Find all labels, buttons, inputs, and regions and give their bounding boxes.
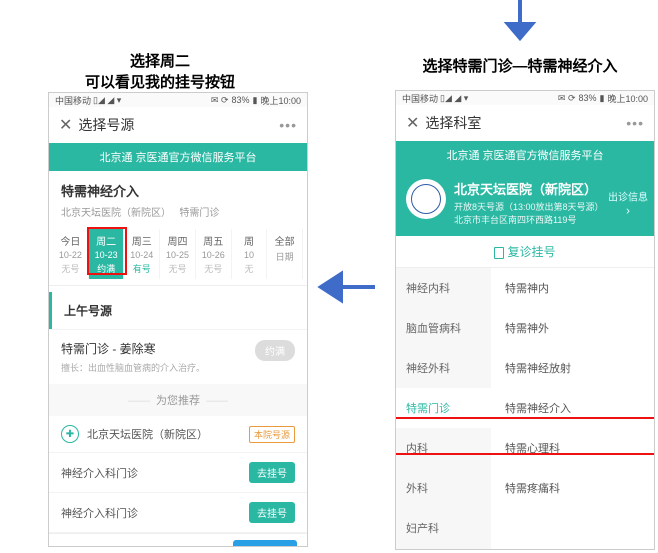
recommend-item[interactable]: 神经介入科门诊 去挂号 bbox=[49, 493, 307, 533]
clipboard-icon bbox=[494, 247, 504, 259]
source-header: 特需神经介入 北京天坛医院（新院区） 特需门诊 bbox=[49, 171, 307, 223]
dept-right-item[interactable]: 特需神经介入 bbox=[491, 388, 654, 428]
arrow-down-icon bbox=[500, 0, 540, 53]
hospital-line3: 北京市丰台区南四环西路119号 bbox=[454, 214, 604, 227]
close-icon[interactable]: ✕ bbox=[406, 113, 419, 133]
question-icon: ? bbox=[59, 547, 71, 548]
day-selector[interactable]: 今日10-22无号 周二10-23约满 周三10-24有号 周四10-25无号 … bbox=[49, 223, 307, 286]
day-cell-selected[interactable]: 周二10-23约满 bbox=[89, 229, 125, 279]
hospital-card[interactable]: 北京天坛医院（新院区） 开放8天号源（13:00放出第8天号源） 北京市丰台区南… bbox=[396, 169, 654, 236]
titlebar: ✕ 选择号源 ••• bbox=[49, 107, 307, 143]
recommend-badge: 本院号源 bbox=[249, 426, 295, 443]
battery-label: 83% bbox=[579, 93, 597, 103]
day-cell[interactable]: 周10无 bbox=[232, 229, 268, 279]
recommend-name: 神经介入科门诊 bbox=[61, 505, 249, 521]
carrier-label: 中国移动 bbox=[402, 92, 438, 105]
clock-label: 晚上10:00 bbox=[607, 92, 648, 105]
slot-desc: 擅长：出血性脑血管病的介入治疗。 bbox=[61, 361, 205, 374]
status-bar: 中国移动 ▯◢ ◢ ▾ ✉ ⟳ 83%▮ 晚上10:00 bbox=[49, 93, 307, 107]
dept-left-item[interactable]: 外科 bbox=[396, 468, 491, 508]
slot-section-header: 上午号源 bbox=[49, 292, 307, 329]
day-cell[interactable]: 周四10-25无号 bbox=[160, 229, 196, 279]
clock-label: 晚上10:00 bbox=[260, 94, 301, 107]
platform-banner: 北京通 京医通官方微信服务平台 bbox=[49, 143, 307, 171]
recommend-item[interactable]: ✚ 北京天坛医院（新院区） 本院号源 bbox=[49, 416, 307, 453]
dept-right-item[interactable]: 特需神经放射 bbox=[491, 348, 654, 388]
dept-right-item[interactable]: 特需神外 bbox=[491, 308, 654, 348]
titlebar: ✕ 选择科室 ••• bbox=[396, 105, 654, 141]
go-register-button[interactable]: 去挂号 bbox=[249, 502, 295, 523]
dept-left-item[interactable]: 脑血管病科 bbox=[396, 308, 491, 348]
phone-select-source: 中国移动 ▯◢ ◢ ▾ ✉ ⟳ 83%▮ 晚上10:00 ✕ 选择号源 ••• … bbox=[48, 92, 308, 547]
slot-status-button[interactable]: 约满 bbox=[255, 340, 295, 361]
recommend-header: 为您推荐 bbox=[49, 384, 307, 416]
battery-label: 83% bbox=[232, 95, 250, 105]
dept-left-item[interactable]: 内科 bbox=[396, 428, 491, 468]
day-cell[interactable]: 周三10-24有号 bbox=[124, 229, 160, 279]
slot-item[interactable]: 特需门诊 - 姜除寒 擅长：出血性脑血管病的介入治疗。 约满 bbox=[49, 329, 307, 384]
dept-category-list: 神经内科 脑血管病科 神经外科 特需门诊 内科 外科 妇产科 bbox=[396, 268, 491, 550]
source-dept: 特需门诊 bbox=[179, 208, 219, 219]
recommend-name: 北京天坛医院（新院区） bbox=[87, 426, 249, 442]
recommend-item[interactable]: 神经介入科门诊 去挂号 bbox=[49, 453, 307, 493]
dept-left-item[interactable]: 神经内科 bbox=[396, 268, 491, 308]
fuzhen-button[interactable]: 复诊挂号 bbox=[396, 236, 654, 268]
chuzhen-link[interactable]: 出诊信息 bbox=[608, 188, 648, 217]
menu-icon[interactable]: ••• bbox=[626, 115, 644, 131]
source-hospital: 北京天坛医院（新院区） bbox=[61, 208, 171, 219]
caption-right: 选择特需门诊—特需神经介入 bbox=[395, 55, 645, 76]
page-title: 选择科室 bbox=[425, 113, 481, 133]
dept-split: 神经内科 脑血管病科 神经外科 特需门诊 内科 外科 妇产科 特需神内 特需神外… bbox=[396, 268, 654, 550]
dept-left-item[interactable]: 妇产科 bbox=[396, 508, 491, 548]
platform-banner: 北京通 京医通官方微信服务平台 bbox=[396, 141, 654, 169]
dept-left-item-active[interactable]: 特需门诊 bbox=[396, 388, 491, 428]
arrow-left-icon bbox=[315, 270, 375, 309]
dept-right-item[interactable]: 特需神内 bbox=[491, 268, 654, 308]
recommend-name: 神经介入科门诊 bbox=[61, 465, 249, 481]
day-cell[interactable]: 周五10-26无号 bbox=[196, 229, 232, 279]
dept-right-item[interactable]: 特需心理科 bbox=[491, 428, 654, 468]
dept-sub-list: 特需神内 特需神外 特需神经放射 特需神经介入 特需心理科 特需疼痛科 bbox=[491, 268, 654, 550]
caption-left-line2: 可以看见我的挂号按钮 bbox=[85, 74, 235, 91]
source-title: 特需神经介入 bbox=[61, 181, 295, 200]
slot-name: 特需门诊 - 姜除寒 bbox=[61, 340, 205, 357]
caption-left: 选择周二 可以看见我的挂号按钮 bbox=[55, 50, 265, 92]
page-title: 选择号源 bbox=[78, 115, 134, 135]
day-cell[interactable]: 今日10-22无号 bbox=[53, 229, 89, 279]
hospital-info: 北京天坛医院（新院区） 开放8天号源（13:00放出第8天号源） 北京市丰台区南… bbox=[454, 179, 604, 226]
hospital-logo-icon bbox=[406, 179, 446, 219]
dept-left-item[interactable]: 神经外科 bbox=[396, 348, 491, 388]
day-cell-all[interactable]: 全部日期 bbox=[267, 229, 303, 279]
hospital-line2: 开放8天号源（13:00放出第8天号源） bbox=[454, 201, 604, 214]
menu-icon[interactable]: ••• bbox=[279, 117, 297, 133]
online-consult-button[interactable]: 在线咨询 bbox=[233, 540, 297, 547]
status-bar: 中国移动 ▯◢ ◢ ▾ ✉ ⟳ 83%▮ 晚上10:00 bbox=[396, 91, 654, 105]
dept-right-item[interactable]: 特需疼痛科 bbox=[491, 468, 654, 508]
footer-tip-bar: ? 挂不到号？先在线问医师 在线咨询 bbox=[49, 533, 307, 547]
footer-tip-text: 挂不到号？先在线问医师 bbox=[75, 545, 233, 547]
hospital-small-icon: ✚ bbox=[61, 425, 79, 443]
go-register-button[interactable]: 去挂号 bbox=[249, 462, 295, 483]
caption-left-line1: 选择周二 bbox=[130, 53, 190, 70]
close-icon[interactable]: ✕ bbox=[59, 115, 72, 135]
phone-select-dept: 中国移动 ▯◢ ◢ ▾ ✉ ⟳ 83%▮ 晚上10:00 ✕ 选择科室 ••• … bbox=[395, 90, 655, 550]
hospital-name: 北京天坛医院（新院区） bbox=[454, 179, 604, 198]
carrier-label: 中国移动 bbox=[55, 94, 91, 107]
